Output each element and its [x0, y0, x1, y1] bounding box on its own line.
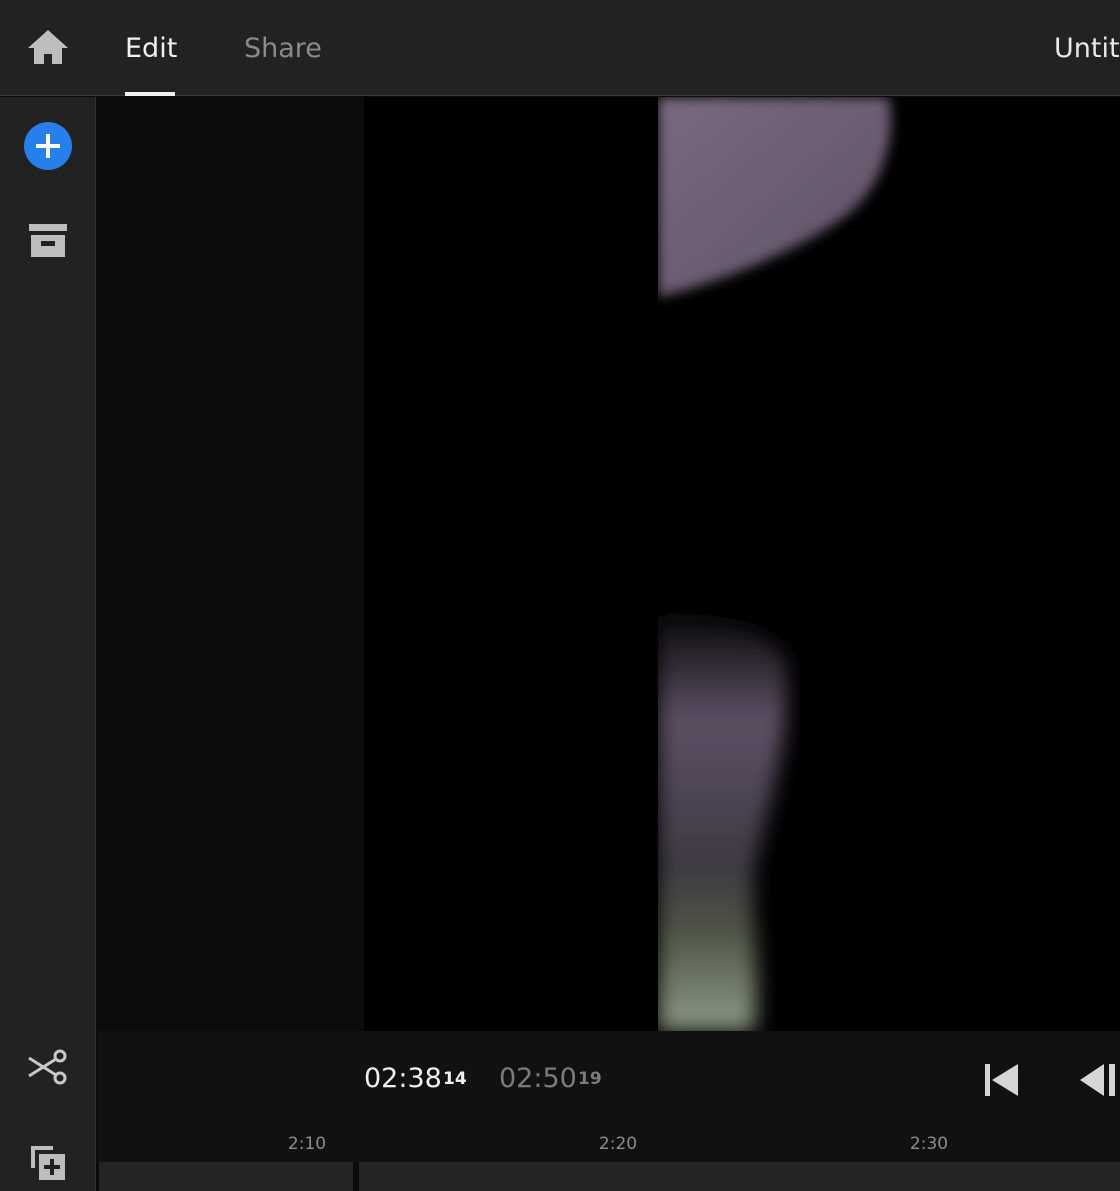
tab-edit[interactable]: Edit [125, 32, 177, 66]
left-toolbar [0, 97, 96, 1191]
scissors-icon[interactable] [27, 1048, 69, 1090]
active-tab-indicator [125, 92, 175, 96]
ruler-tick: 2:20 [598, 1134, 638, 1154]
timeline-track [97, 1162, 1120, 1191]
top-bar: Edit Share Untit [0, 0, 1120, 96]
archive-icon[interactable] [29, 224, 67, 262]
current-timecode: 02:38 [364, 1063, 442, 1094]
total-frames: 19 [578, 1069, 602, 1089]
skip-to-start-icon[interactable] [985, 1064, 1019, 1100]
timeline-ruler[interactable]: 2:10 2:20 2:30 [97, 1126, 1120, 1162]
total-duration: 02:50 [499, 1063, 577, 1094]
plus-icon [36, 134, 60, 158]
current-frames: 14 [443, 1069, 467, 1089]
media-panel [97, 97, 364, 1031]
add-media-button[interactable] [24, 122, 72, 170]
tab-share[interactable]: Share [244, 32, 322, 66]
video-preview[interactable] [364, 97, 1120, 1031]
step-back-icon[interactable] [1080, 1064, 1120, 1100]
ruler-tick: 2:10 [287, 1134, 327, 1154]
timeline-clip[interactable] [359, 1162, 1120, 1191]
project-title[interactable]: Untit [1054, 32, 1120, 66]
timeline-clip[interactable] [99, 1162, 353, 1191]
video-frame [364, 97, 891, 1031]
playback-bar: 02:38 14 02:50 19 [97, 1031, 1120, 1126]
home-icon[interactable] [26, 28, 70, 68]
ruler-tick: 2:30 [909, 1134, 949, 1154]
add-layer-icon[interactable] [31, 1146, 67, 1186]
